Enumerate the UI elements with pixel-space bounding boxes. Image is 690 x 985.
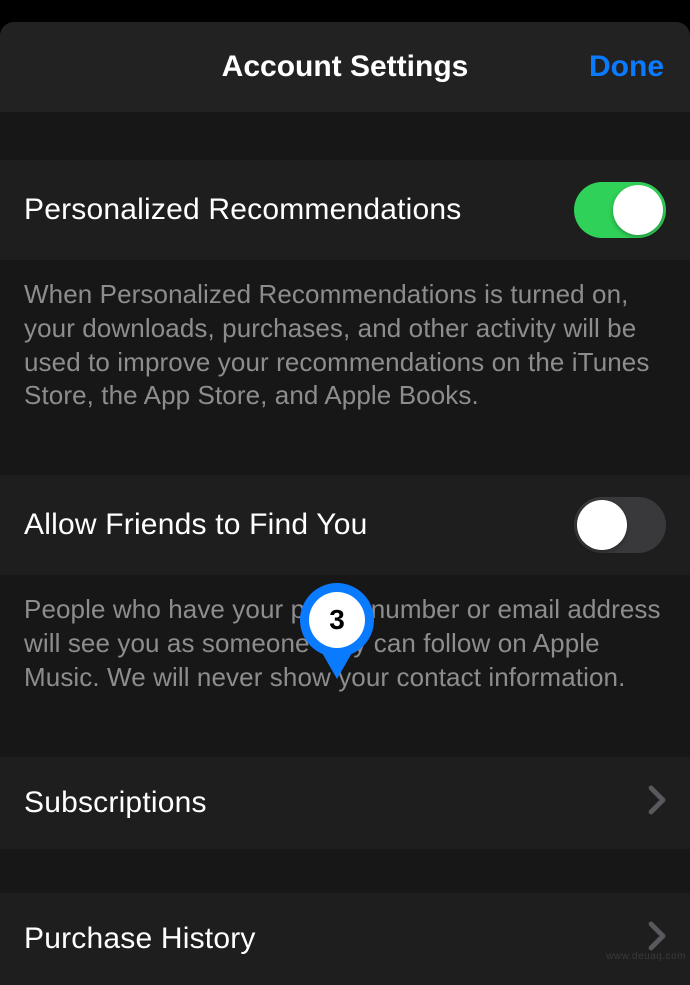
allow-friends-toggle[interactable]: [574, 497, 666, 553]
spacer: [0, 112, 690, 160]
personalized-label: Personalized Recommendations: [24, 193, 462, 227]
spacer: [0, 849, 690, 893]
modal-header: Account Settings Done: [0, 22, 690, 112]
spacer: [0, 715, 690, 757]
allow-friends-row: Allow Friends to Find You: [0, 475, 690, 575]
purchase-history-row[interactable]: Purchase History: [0, 893, 690, 985]
subscriptions-row[interactable]: Subscriptions: [0, 757, 690, 849]
chevron-right-icon: [648, 784, 666, 822]
account-settings-modal: Account Settings Done Personalized Recom…: [0, 22, 690, 965]
subscriptions-label: Subscriptions: [24, 786, 207, 820]
personalized-toggle[interactable]: [574, 182, 666, 238]
allow-friends-description: People who have your phone number or ema…: [0, 575, 690, 714]
page-title: Account Settings: [222, 50, 469, 84]
allow-friends-label: Allow Friends to Find You: [24, 508, 368, 542]
purchase-history-label: Purchase History: [24, 922, 256, 956]
toggle-knob: [577, 500, 627, 550]
watermark: www.deuaq.com: [606, 951, 686, 962]
toggle-knob: [613, 185, 663, 235]
spacer: [0, 433, 690, 475]
personalized-description: When Personalized Recommendations is tur…: [0, 260, 690, 433]
done-button[interactable]: Done: [589, 50, 664, 84]
personalized-recommendations-row: Personalized Recommendations: [0, 160, 690, 260]
